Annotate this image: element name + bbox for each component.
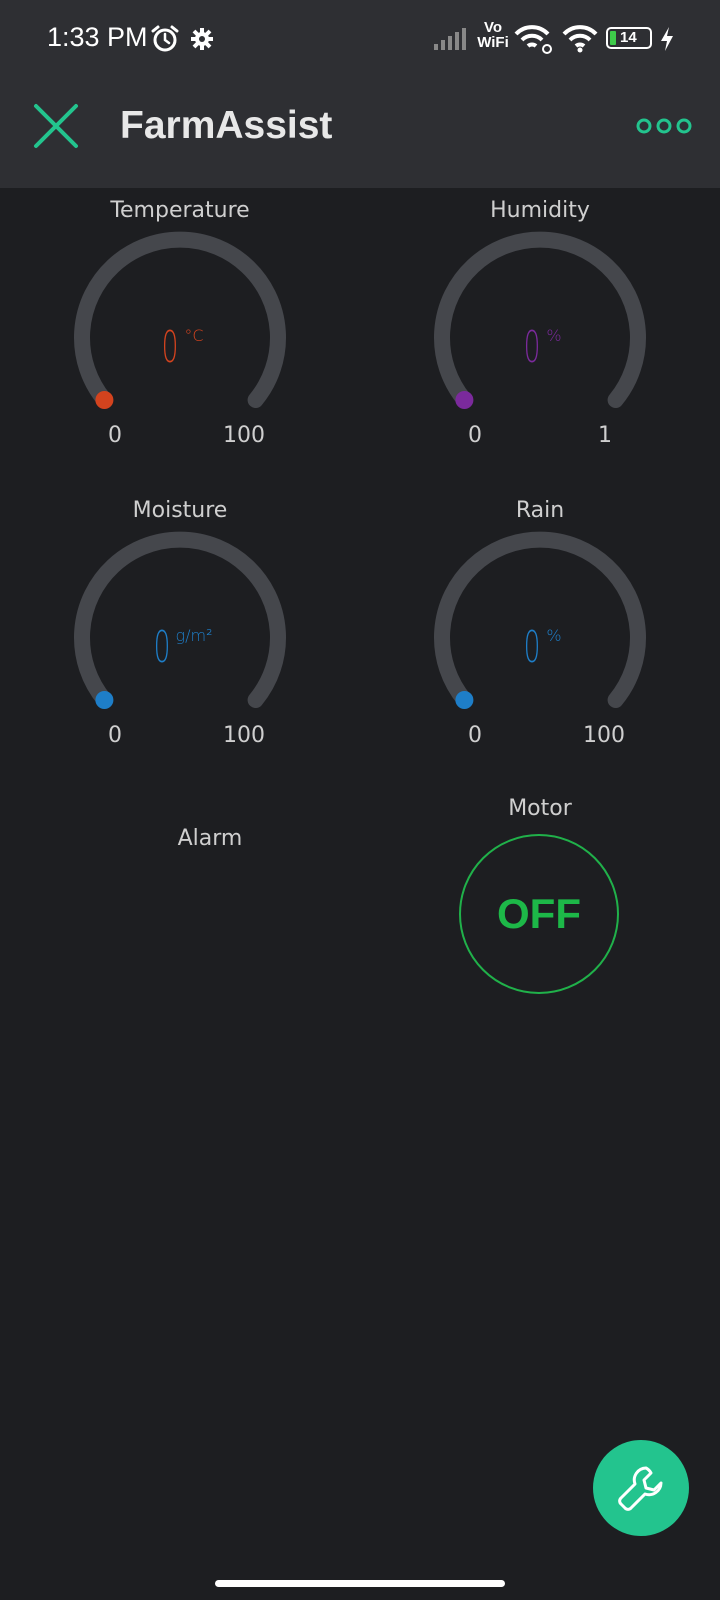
gauge-value: 0% [523,322,562,373]
gauge-indicator [95,691,114,709]
gauge-min-label: 0 [468,423,482,448]
gauge-rain[interactable]: Rain 0% 0 100 [420,498,660,768]
more-icon[interactable] [636,114,692,138]
edit-dashboard-button[interactable] [593,1440,689,1536]
gauge-label: Temperature [110,198,250,223]
status-time: 1:33 PM [47,22,148,52]
gauge-indicator [455,691,474,709]
gauge-humidity[interactable]: Humidity 0% 0 1 [420,198,660,468]
alarm-icon [151,25,179,52]
gauge-max-label: 100 [223,423,265,448]
gauge-min-label: 0 [108,423,122,448]
gauge-max-label: 100 [583,723,625,748]
gauge-label: Humidity [490,198,590,223]
battery-icon: 14 [606,27,652,49]
alarm-widget-label: Alarm [177,826,243,851]
gauge-max-label: 1 [598,423,612,448]
charging-icon [661,27,673,51]
gauge-label: Moisture [132,498,228,523]
motor-label: Motor [508,796,572,821]
settings-icon [191,28,213,50]
close-icon[interactable] [30,100,82,152]
motor-toggle-button[interactable]: OFF [459,834,619,994]
status-bar: 1:33 PM Vo WiFi 14 [0,0,720,80]
gauge-max-label: 100 [223,723,265,748]
home-indicator [215,1580,505,1587]
gauge-label: Rain [515,498,565,523]
app-title: FarmAssist [120,104,333,147]
gauge-temperature[interactable]: Temperature 0 °C 0 100 [60,198,300,468]
wrench-icon [618,1466,663,1511]
app-bar: FarmAssist [0,80,720,188]
gauge-indicator [455,391,474,409]
wifi-icon [562,25,598,53]
gauge-min-label: 0 [108,723,122,748]
gauge-indicator [95,391,114,409]
vowifi-icon: Vo WiFi [477,19,509,51]
battery-level: 14 [620,29,637,46]
gauge-value: 0 °C [162,322,204,373]
app-screen: 1:33 PM Vo WiFi 14 FarmAssist Temperatur… [0,0,720,1600]
gauge-moisture[interactable]: Moisture 0 g/m² 0 100 [60,498,300,768]
signal-icon [434,28,466,50]
wifi-link-icon [514,25,552,54]
gauge-min-label: 0 [468,723,482,748]
gauge-value: 0 g/m² [153,622,213,673]
gauge-value: 0% [523,622,562,673]
